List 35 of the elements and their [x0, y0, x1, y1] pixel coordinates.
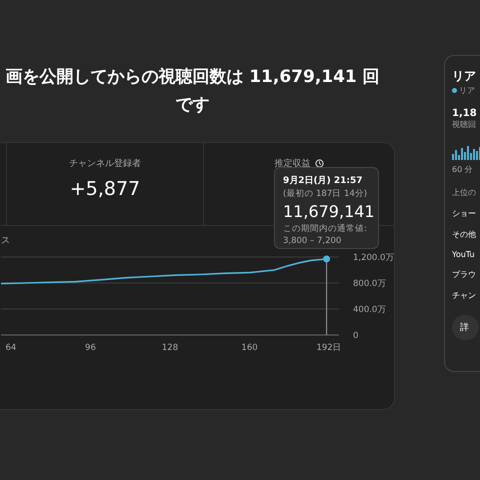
- data-point: [323, 255, 330, 262]
- heading-text: です: [176, 94, 210, 117]
- tooltip-date: 9月2日(月) 21:57: [283, 174, 364, 187]
- bar-chart-drawing: [452, 144, 480, 160]
- axis-label: 800.0万: [353, 279, 386, 289]
- time-label: 60 分: [452, 164, 474, 175]
- live-dot-icon: [452, 88, 457, 93]
- count-label: 視聴回: [452, 119, 477, 130]
- stat-label: 推定収益: [274, 158, 310, 170]
- clock-icon: [314, 159, 324, 168]
- live-label: リア: [459, 85, 475, 96]
- source-item: その他: [452, 229, 477, 240]
- source-item: YouTu: [452, 250, 476, 259]
- axis-label: 0: [353, 331, 358, 341]
- source-item: チャン: [452, 290, 477, 301]
- stat-value: +5,877: [70, 178, 140, 200]
- stat-label: チャンネル登録者: [69, 158, 141, 170]
- details-button[interactable]: 詳: [452, 315, 479, 340]
- axis-label: 64: [6, 343, 16, 353]
- axis-label: 160: [241, 343, 258, 353]
- axis-label: 400.0万: [353, 305, 386, 315]
- view-count: 1,18: [452, 108, 478, 119]
- chart-label: ス: [1, 235, 10, 247]
- source-item: ブラウ: [452, 269, 477, 280]
- section-label: 上位の: [452, 187, 477, 198]
- heading-text: 画を公開してからの視聴回数は 11,679,141 回: [5, 66, 380, 89]
- tooltip-period: (最初の 187日 14分): [283, 188, 368, 200]
- tooltip-range: 3,800 – 7,200: [283, 236, 342, 246]
- axis-label: 192日: [316, 343, 342, 353]
- source-item: ショー: [452, 208, 477, 219]
- axis-label: 128: [162, 343, 178, 353]
- tooltip-range-label: この期間内の通常値:: [283, 223, 368, 235]
- axis-label: 96: [85, 343, 96, 353]
- axis-label: 1,200.0万: [353, 253, 394, 263]
- card-title: リア: [452, 68, 477, 85]
